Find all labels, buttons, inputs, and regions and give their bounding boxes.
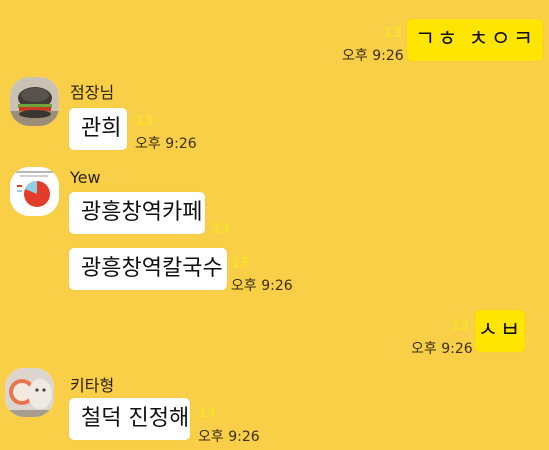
my-message-bubble[interactable]: ㅅㅂ <box>475 310 525 352</box>
message-bubble[interactable]: 철덕 진정해 <box>69 398 190 440</box>
figurine-avatar-image <box>5 368 54 417</box>
message-bubble[interactable]: 관희 <box>69 108 127 150</box>
unread-count: 13 <box>212 222 231 237</box>
message-timestamp: 오후 9:26 <box>342 48 404 64</box>
unread-count: 13 <box>198 406 217 421</box>
sender-name: 점장님 <box>70 83 115 102</box>
message-timestamp: 오후 9:26 <box>198 429 260 445</box>
my-message-bubble[interactable]: ㄱㅎ ㅊㅇㅋ <box>407 19 543 61</box>
unread-count: 13 <box>384 26 403 41</box>
message-timestamp: 오후 9:26 <box>411 341 473 357</box>
chart-avatar-image <box>10 167 59 216</box>
avatar-burger[interactable] <box>10 77 59 126</box>
unread-count: 13 <box>231 256 250 271</box>
unread-count: 13 <box>135 114 154 129</box>
avatar-chart[interactable] <box>10 167 59 216</box>
message-timestamp: 오후 9:26 <box>231 278 293 294</box>
sender-name: Yew <box>70 168 101 187</box>
burger-avatar-image <box>10 77 59 126</box>
message-timestamp: 오후 9:26 <box>135 136 197 152</box>
avatar-figurine[interactable] <box>5 368 54 417</box>
sender-name: 키타형 <box>70 376 115 395</box>
message-bubble[interactable]: 광흥창역칼국수 <box>69 248 227 290</box>
unread-count: 13 <box>451 319 470 334</box>
message-bubble[interactable]: 광흥창역카페 <box>69 192 205 234</box>
